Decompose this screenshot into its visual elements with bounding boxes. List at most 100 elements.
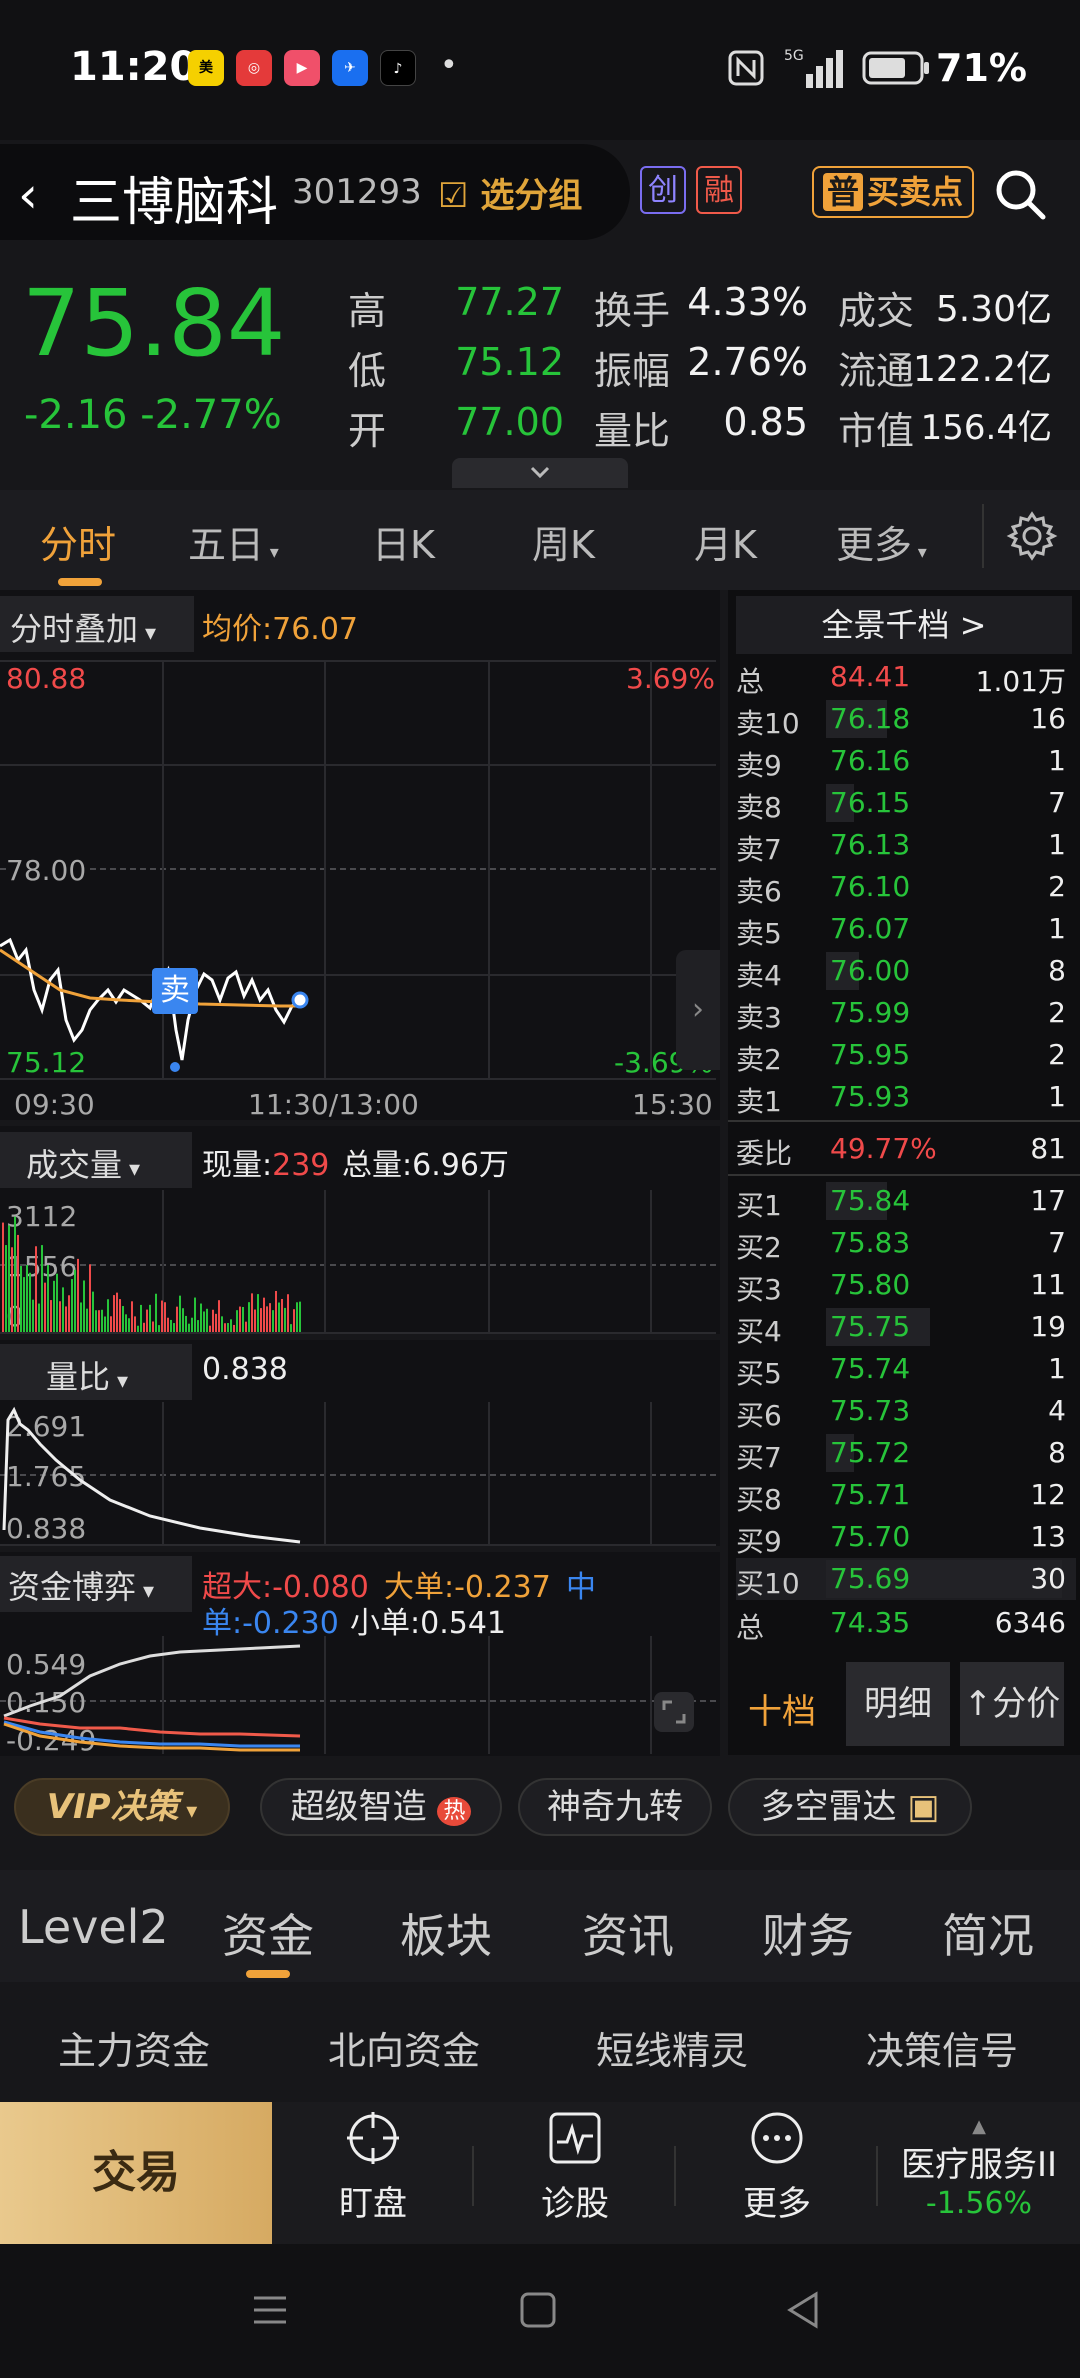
orderbook-price: 76.10 [830, 870, 911, 903]
orderbook-row-sell[interactable]: 卖2 75.95 2 [736, 1034, 1076, 1076]
orderbook-row-total-buy[interactable]: 总 74.35 6346 [736, 1602, 1076, 1644]
orderbook-row-sell[interactable]: 卖10 76.18 16 [736, 698, 1076, 740]
orderbook-row-ratio[interactable]: 委比 49.77% 81 [736, 1128, 1076, 1170]
orderbook-row-buy[interactable]: 买3 75.80 11 [736, 1264, 1076, 1306]
orderbook-row-buy[interactable]: 买5 75.74 1 [736, 1348, 1076, 1390]
orderbook-row-sell[interactable]: 卖7 76.13 1 [736, 824, 1076, 866]
orderbook-row-buy[interactable]: 买2 75.83 7 [736, 1222, 1076, 1264]
meituan-icon: 美 [188, 50, 224, 86]
more-label: 更多 [743, 2184, 811, 2224]
ten-levels-button[interactable]: 十档 [748, 1684, 816, 1733]
time-start: 09:30 [14, 1088, 95, 1121]
detail-button[interactable]: 明细 [846, 1662, 950, 1746]
expand-quote-button[interactable] [452, 458, 628, 488]
volume-bar [197, 1320, 199, 1332]
search-icon[interactable] [992, 166, 1048, 222]
volume-bar [32, 1299, 34, 1332]
watch-tool[interactable]: 盯盘 [308, 2110, 438, 2225]
volume-bar [236, 1310, 238, 1332]
volume-bar [164, 1302, 166, 1332]
menu-icon[interactable] [250, 2290, 290, 2330]
orderbook-row-sell[interactable]: 卖3 75.99 2 [736, 992, 1076, 1034]
tab-weekly-k[interactable]: 周K [532, 514, 595, 569]
orderbook-row-total-sell[interactable]: 总 84.41 1.01万 [736, 656, 1076, 698]
watchlist-group-button[interactable]: ☑ 选分组 [438, 168, 582, 217]
trade-button[interactable]: 交易 [0, 2102, 272, 2244]
tab-level2[interactable]: Level2 [18, 1900, 169, 1954]
subtab-decision-signal[interactable]: 决策信号 [866, 2020, 1018, 2075]
orderbook-row-buy[interactable]: 买6 75.73 4 [736, 1390, 1076, 1432]
tab-profile[interactable]: 简况 [942, 1900, 1034, 1966]
home-icon[interactable] [518, 2290, 558, 2330]
orderbook-row-sell[interactable]: 卖1 75.93 1 [736, 1076, 1076, 1118]
volume-bar [29, 1272, 31, 1332]
more-tool[interactable]: 更多 [712, 2110, 842, 2225]
long-short-radar-button[interactable]: 多空雷达 ▣ [728, 1778, 972, 1836]
tab-sectors[interactable]: 板块 [400, 1900, 492, 1966]
tab-five-day[interactable]: 五日 ▾ [188, 514, 279, 569]
orderbook-row-buy[interactable]: 买10 75.69 30 [736, 1558, 1076, 1600]
tag-chuang: 创 [640, 166, 686, 214]
volume-bar [242, 1306, 244, 1332]
mktcap-value: 156.4亿 [920, 408, 1052, 448]
split-price-button[interactable]: ↑分价 [960, 1662, 1064, 1746]
orderbook-label: 买6 [736, 1399, 782, 1432]
volume-bar [284, 1307, 286, 1332]
subtab-northbound[interactable]: 北向资金 [328, 2020, 480, 2075]
full-depth-link[interactable]: 全景千档 > [736, 596, 1072, 654]
diagnose-tool[interactable]: 诊股 [510, 2110, 640, 2225]
orderbook-label: 委比 [736, 1137, 793, 1170]
volume-bar [50, 1300, 52, 1332]
tab-monthly-k[interactable]: 月K [694, 514, 757, 569]
volume-bar [155, 1293, 157, 1332]
orderbook-row-sell[interactable]: 卖9 76.16 1 [736, 740, 1076, 782]
volume-bar [83, 1280, 85, 1332]
orderbook-row-sell[interactable]: 卖6 76.10 2 [736, 866, 1076, 908]
tab-more[interactable]: 更多 ▾ [836, 514, 927, 569]
tab-financials[interactable]: 财务 [762, 1900, 854, 1966]
fund-lines [3, 1644, 301, 1752]
back-nav-icon[interactable] [784, 2290, 824, 2330]
gear-icon[interactable] [1006, 510, 1058, 562]
orderbook-row-sell[interactable]: 卖5 76.07 1 [736, 908, 1076, 950]
volume-bar [299, 1301, 301, 1332]
magic-nine-button[interactable]: 神奇九转 [518, 1778, 712, 1836]
subtab-short-term[interactable]: 短线精灵 [596, 2020, 748, 2075]
orderbook-row-sell[interactable]: 卖4 76.00 8 [736, 950, 1076, 992]
back-icon[interactable]: ‹ [18, 166, 38, 224]
fund-label: 资金博弈 ▾ [8, 1568, 155, 1606]
orderbook-row-buy[interactable]: 买9 75.70 13 [736, 1516, 1076, 1558]
open-value: 77.00 [455, 400, 564, 444]
volume-bar [128, 1318, 130, 1332]
volume-bar [170, 1319, 172, 1332]
volume-bar [41, 1245, 43, 1332]
sector-ticker[interactable]: ▲ 医疗服务II -1.56% [878, 2116, 1080, 2221]
orderbook-label: 买9 [736, 1525, 782, 1558]
fullscreen-icon[interactable] [652, 1690, 696, 1734]
sell-marker[interactable]: 卖 [152, 968, 198, 1014]
tab-intraday[interactable]: 分时 [40, 514, 116, 569]
subtab-main-funds[interactable]: 主力资金 [58, 2020, 210, 2075]
expand-right-handle[interactable]: › [676, 950, 720, 1070]
tab-funds[interactable]: 资金 [222, 1900, 314, 1966]
volume-bar [8, 1225, 10, 1332]
divider [472, 2146, 474, 2206]
orderbook-row-buy[interactable]: 买1 75.84 17 [736, 1180, 1076, 1222]
orderbook-row-buy[interactable]: 买7 75.72 8 [736, 1432, 1076, 1474]
volume-bar [65, 1306, 67, 1332]
orderbook-volume: 8 [1048, 1436, 1066, 1469]
tab-news[interactable]: 资讯 [582, 1900, 674, 1966]
orderbook-row-buy[interactable]: 买8 75.71 12 [736, 1474, 1076, 1516]
volume-bar [44, 1282, 46, 1332]
tab-daily-k[interactable]: 日K [372, 514, 435, 569]
diagnose-label: 诊股 [541, 2184, 609, 2224]
orderbook-row-buy[interactable]: 买4 75.75 19 [736, 1306, 1076, 1348]
super-manufacture-button[interactable]: 超级智造 热 [260, 1778, 502, 1836]
gridline [488, 1190, 490, 1334]
vip-decision-button[interactable]: VIP决策 ▾ [14, 1778, 230, 1836]
turnover-value: 4.33% [687, 280, 808, 324]
orderbook-row-sell[interactable]: 卖8 76.15 7 [736, 782, 1076, 824]
buysell-point-button[interactable]: 普买卖点 [812, 166, 974, 218]
volume-bar [92, 1291, 94, 1332]
orderbook-volume: 1 [1048, 1352, 1066, 1385]
